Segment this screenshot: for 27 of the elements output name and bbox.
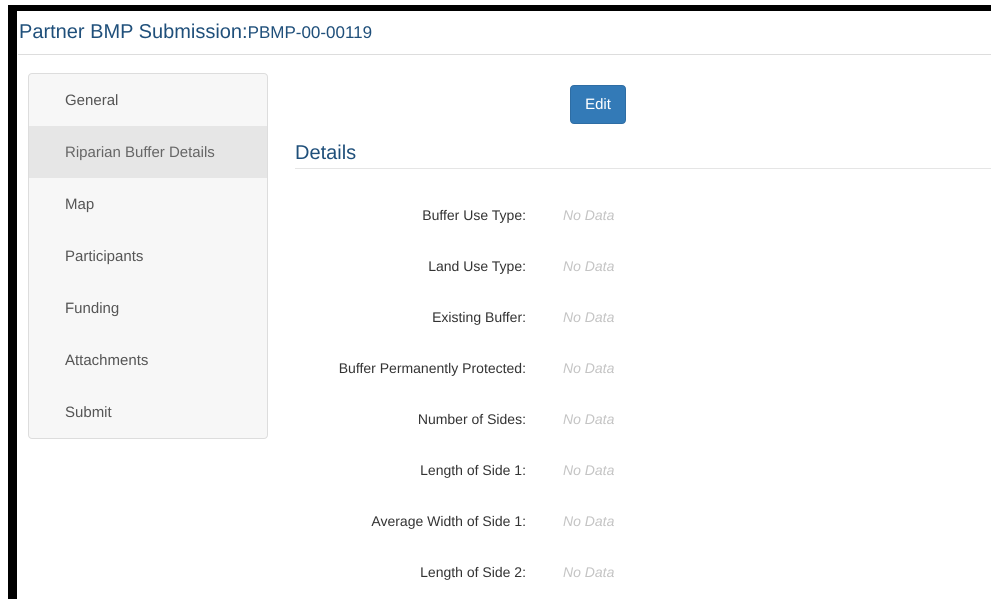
sidebar-item[interactable]: Riparian Buffer Details — [29, 126, 267, 178]
field-value: No Data — [562, 512, 616, 531]
field-value: No Data — [562, 563, 616, 582]
edit-button[interactable]: Edit — [570, 85, 626, 124]
field-value: No Data — [562, 359, 616, 378]
field-value: No Data — [562, 461, 616, 480]
field-value: No Data — [562, 206, 616, 225]
field-label: Length of Side 1: — [419, 461, 526, 480]
sidebar-item[interactable]: Funding — [29, 282, 267, 334]
field-label: Existing Buffer: — [431, 308, 526, 327]
field-label: Length of Side 2: — [419, 563, 526, 582]
section-title: Details — [295, 138, 991, 169]
record-id: PBMP-00-00119 — [248, 23, 372, 43]
field-label: Buffer Use Type: — [421, 206, 526, 225]
sidebar-item[interactable]: Map — [29, 178, 267, 230]
field-value: No Data — [562, 257, 616, 276]
field-value: No Data — [562, 308, 616, 327]
sidebar-item[interactable]: General — [29, 74, 267, 126]
page-title: Partner BMP Submission: — [19, 21, 248, 44]
field-label: Average Width of Side 1: — [370, 512, 526, 531]
sidebar-item[interactable]: Attachments — [29, 334, 267, 386]
field-value: No Data — [562, 410, 616, 429]
field-label: Number of Sides: — [416, 410, 526, 429]
field-label: Land Use Type: — [427, 257, 526, 276]
field-label: Buffer Permanently Protected: — [338, 359, 526, 378]
sidebar-item[interactable]: Participants — [29, 230, 267, 282]
sidebar-item[interactable]: Submit — [29, 386, 267, 438]
